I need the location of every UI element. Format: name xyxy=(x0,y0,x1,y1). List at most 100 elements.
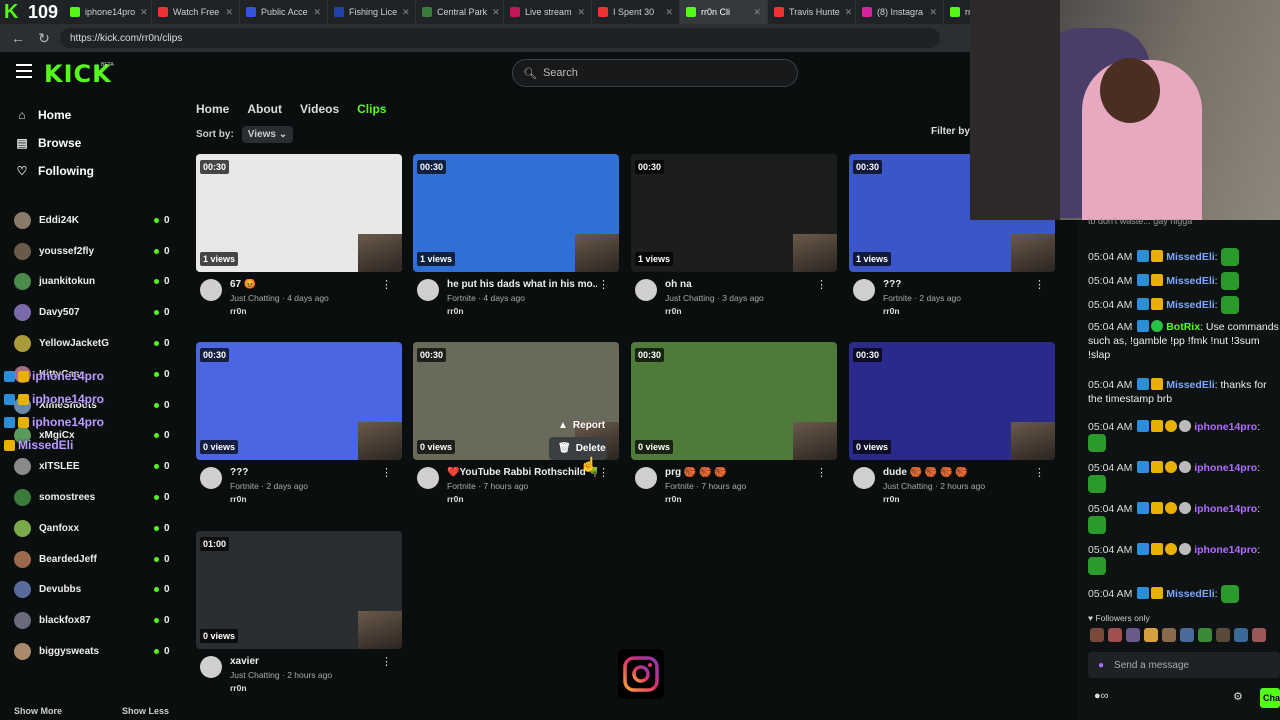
chat-message-input[interactable]: ● Send a message xyxy=(1088,652,1280,678)
clip-channel[interactable]: rr0n xyxy=(230,306,247,316)
clip-card[interactable]: 01:00 0 views xavier Just Chatting · 2 h… xyxy=(196,531,402,699)
more-options-icon[interactable]: ⋮ xyxy=(816,278,827,291)
delete-menu-item[interactable]: 🗑︎ Delete xyxy=(549,437,607,460)
clip-thumbnail[interactable]: 00:30 0 views xyxy=(196,342,402,460)
more-options-icon[interactable]: ⋮ xyxy=(381,278,392,291)
clip-card[interactable]: 00:30 0 views ??? Fortnite · 2 days ago … xyxy=(196,342,402,510)
browser-tab[interactable]: Live stream ✕ xyxy=(504,0,593,24)
close-icon[interactable]: ✕ xyxy=(402,7,410,18)
close-icon[interactable]: ✕ xyxy=(666,7,674,18)
more-options-icon[interactable]: ⋮ xyxy=(1034,466,1045,479)
emote-icon[interactable] xyxy=(1198,628,1212,642)
sidebar-channel-item[interactable]: somostrees 0 xyxy=(14,482,174,513)
browser-tab[interactable]: Central Park ✕ xyxy=(416,0,505,24)
clip-channel[interactable]: rr0n xyxy=(883,306,900,316)
clip-channel[interactable]: rr0n xyxy=(883,494,900,504)
chat-username[interactable]: iphone14pro xyxy=(1194,503,1257,515)
sidebar-channel-item[interactable]: Eddi24K 0 xyxy=(14,205,174,236)
sidebar-item-home[interactable]: ⌂ Home xyxy=(16,108,71,122)
chat-username[interactable]: MissedEli xyxy=(1166,588,1214,600)
clip-thumbnail[interactable]: 01:00 0 views xyxy=(196,531,402,649)
emote-icon[interactable] xyxy=(1108,628,1122,642)
chat-username[interactable]: MissedEli xyxy=(1166,251,1214,263)
show-more-button[interactable]: Show More xyxy=(14,706,62,716)
emote-icon[interactable] xyxy=(1234,628,1248,642)
avatar[interactable] xyxy=(200,279,222,301)
clip-card[interactable]: 00:30 0 views prg 🏀 🏀 🏀 Fortnite · 7 hou… xyxy=(631,342,837,510)
sidebar-channel-item[interactable]: YellowJacketG 0 xyxy=(14,328,174,359)
emote-icon[interactable] xyxy=(1162,628,1176,642)
avatar[interactable] xyxy=(853,467,875,489)
clip-channel[interactable]: rr0n xyxy=(447,494,464,504)
more-options-icon[interactable]: ⋮ xyxy=(816,466,827,479)
clip-title[interactable]: prg 🏀 🏀 🏀 xyxy=(665,467,815,478)
avatar[interactable] xyxy=(200,467,222,489)
avatar[interactable] xyxy=(635,467,657,489)
browser-tab[interactable]: Fishing Lice ✕ xyxy=(328,0,417,24)
report-menu-item[interactable]: ▲ Report xyxy=(549,414,607,437)
clip-thumbnail[interactable]: 00:30 1 views xyxy=(413,154,619,272)
browser-tab[interactable]: (8) Instagra ✕ xyxy=(856,0,945,24)
sidebar-item-following[interactable]: ♡ Following xyxy=(16,164,94,178)
clip-channel[interactable]: rr0n xyxy=(665,494,682,504)
chat-username[interactable]: MissedEli xyxy=(1166,299,1214,311)
microphone-icon[interactable]: ● xyxy=(1098,660,1104,671)
browser-tab[interactable]: iphone14pro ✕ xyxy=(64,0,153,24)
browser-tab[interactable]: Travis Hunte ✕ xyxy=(768,0,857,24)
chat-tools-icon[interactable]: ●∞ xyxy=(1094,690,1109,702)
clip-title[interactable]: dude 🏀 🏀 🏀 🏀 xyxy=(883,467,1033,478)
avatar[interactable] xyxy=(853,279,875,301)
menu-icon[interactable] xyxy=(16,64,32,78)
clip-card[interactable]: 00:30 1 views he put his dads what in hi… xyxy=(413,154,619,322)
sidebar-channel-item[interactable]: youssef2fly 0 xyxy=(14,236,174,267)
tab-about[interactable]: About xyxy=(247,102,282,116)
sidebar-item-browse[interactable]: ▤ Browse xyxy=(16,136,81,150)
clip-title[interactable]: ??? xyxy=(883,279,1033,290)
avatar[interactable] xyxy=(635,279,657,301)
clip-card[interactable]: 00:30 0 views dude 🏀 🏀 🏀 🏀 Just Chatting… xyxy=(849,342,1055,510)
clip-card[interactable]: 00:30 1 views oh na Just Chatting · 3 da… xyxy=(631,154,837,322)
clip-channel[interactable]: rr0n xyxy=(230,683,247,693)
clip-thumbnail[interactable]: 00:30 0 views xyxy=(849,342,1055,460)
chat-username[interactable]: iphone14pro xyxy=(1194,421,1257,433)
close-icon[interactable]: ✕ xyxy=(226,7,234,18)
sidebar-channel-item[interactable]: xITSLEE 0 xyxy=(14,451,174,482)
clip-title[interactable]: he put his dads what in his mo... xyxy=(447,279,597,290)
clip-thumbnail[interactable]: 00:30 1 views xyxy=(631,154,837,272)
tab-clips[interactable]: Clips xyxy=(357,102,386,116)
chat-username[interactable]: iphone14pro xyxy=(1194,544,1257,556)
close-icon[interactable]: ✕ xyxy=(845,7,853,18)
close-icon[interactable]: ✕ xyxy=(314,7,322,18)
close-icon[interactable]: ✕ xyxy=(492,7,500,18)
emote-icon[interactable] xyxy=(1090,628,1104,642)
sidebar-channel-item[interactable]: BeardedJeff 0 xyxy=(14,544,174,575)
sort-select[interactable]: Views ⌄ xyxy=(241,126,294,143)
sidebar-channel-item[interactable]: Qanfoxx 0 xyxy=(14,513,174,544)
clip-thumbnail[interactable]: 00:30 0 views xyxy=(631,342,837,460)
sidebar-channel-item[interactable]: Devubbs 0 xyxy=(14,575,174,606)
close-icon[interactable]: ✕ xyxy=(578,7,586,18)
emote-icon[interactable] xyxy=(1216,628,1230,642)
clip-title[interactable]: oh na xyxy=(665,279,815,290)
chat-username[interactable]: MissedEli xyxy=(1166,379,1214,391)
avatar[interactable] xyxy=(200,656,222,678)
avatar[interactable] xyxy=(417,279,439,301)
back-icon[interactable]: ← xyxy=(10,30,26,46)
close-icon[interactable]: ✕ xyxy=(930,7,938,18)
tab-count[interactable]: 109 xyxy=(28,2,58,23)
more-options-icon[interactable]: ⋮ xyxy=(381,655,392,668)
clip-channel[interactable]: rr0n xyxy=(447,306,464,316)
browser-tab[interactable]: rr0n Cli ✕ xyxy=(680,0,769,24)
sidebar-channel-item[interactable]: blackfox87 0 xyxy=(14,605,174,636)
clip-card[interactable]: 00:30 1 views 67 😡 Just Chatting · 4 day… xyxy=(196,154,402,322)
clip-channel[interactable]: rr0n xyxy=(230,494,247,504)
emote-icon[interactable] xyxy=(1252,628,1266,642)
filter-label[interactable]: Filter by: xyxy=(931,126,973,137)
gear-icon[interactable]: ⚙ xyxy=(1233,690,1243,703)
close-icon[interactable]: ✕ xyxy=(754,7,762,18)
browser-tab[interactable]: Watch Free ✕ xyxy=(152,0,241,24)
clip-channel[interactable]: rr0n xyxy=(665,306,682,316)
reload-icon[interactable]: ↻ xyxy=(36,30,52,47)
emote-icon[interactable] xyxy=(1180,628,1194,642)
emote-icon[interactable] xyxy=(1126,628,1140,642)
